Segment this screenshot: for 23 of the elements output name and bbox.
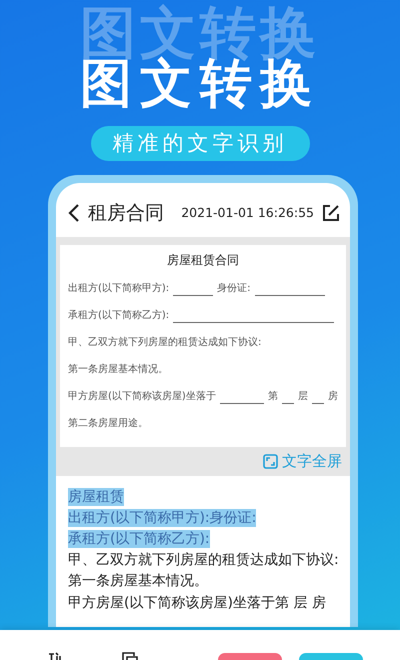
copy-icon[interactable] [122, 652, 138, 660]
document-text: 第二条房屋用途。 [68, 416, 148, 432]
text-icon[interactable] [48, 652, 62, 660]
back-icon[interactable] [68, 202, 80, 223]
document-text: 甲、乙双方就下列房屋的租赁达成如下协议: [68, 336, 262, 350]
document-text: 身份证: [217, 282, 251, 296]
edit-icon[interactable] [322, 204, 340, 222]
document-text: 出租方(以下简称甲方): [68, 282, 170, 296]
document-text: 第 [268, 390, 278, 404]
action-button[interactable] [218, 653, 282, 660]
document-text: 层 [298, 390, 308, 404]
document-title: 房屋租赁合同 [166, 252, 240, 270]
page-title: 租房合同 [88, 200, 164, 226]
expand-icon [263, 454, 278, 469]
document-text: 甲方房屋(以下简称该房屋)坐落于 [68, 390, 216, 404]
document-text: 第一条房屋基本情况。 [68, 362, 168, 378]
recognized-text-line[interactable]: 甲、乙双方就下列房屋的租赁达成如下协议: [68, 551, 339, 570]
recognized-text-line[interactable]: 甲方房屋(以下简称该房屋)坐落于第 层 房 [68, 594, 326, 612]
subtitle-pill: 精准的文字识别 [90, 126, 310, 161]
timestamp: 2021-01-01 16:26:55 [181, 204, 314, 222]
document-text: 承租方(以下简称乙方): [68, 308, 170, 324]
document-text: 房 [328, 390, 338, 404]
recognized-text-line[interactable]: 第一条房屋基本情况。 [68, 572, 208, 591]
